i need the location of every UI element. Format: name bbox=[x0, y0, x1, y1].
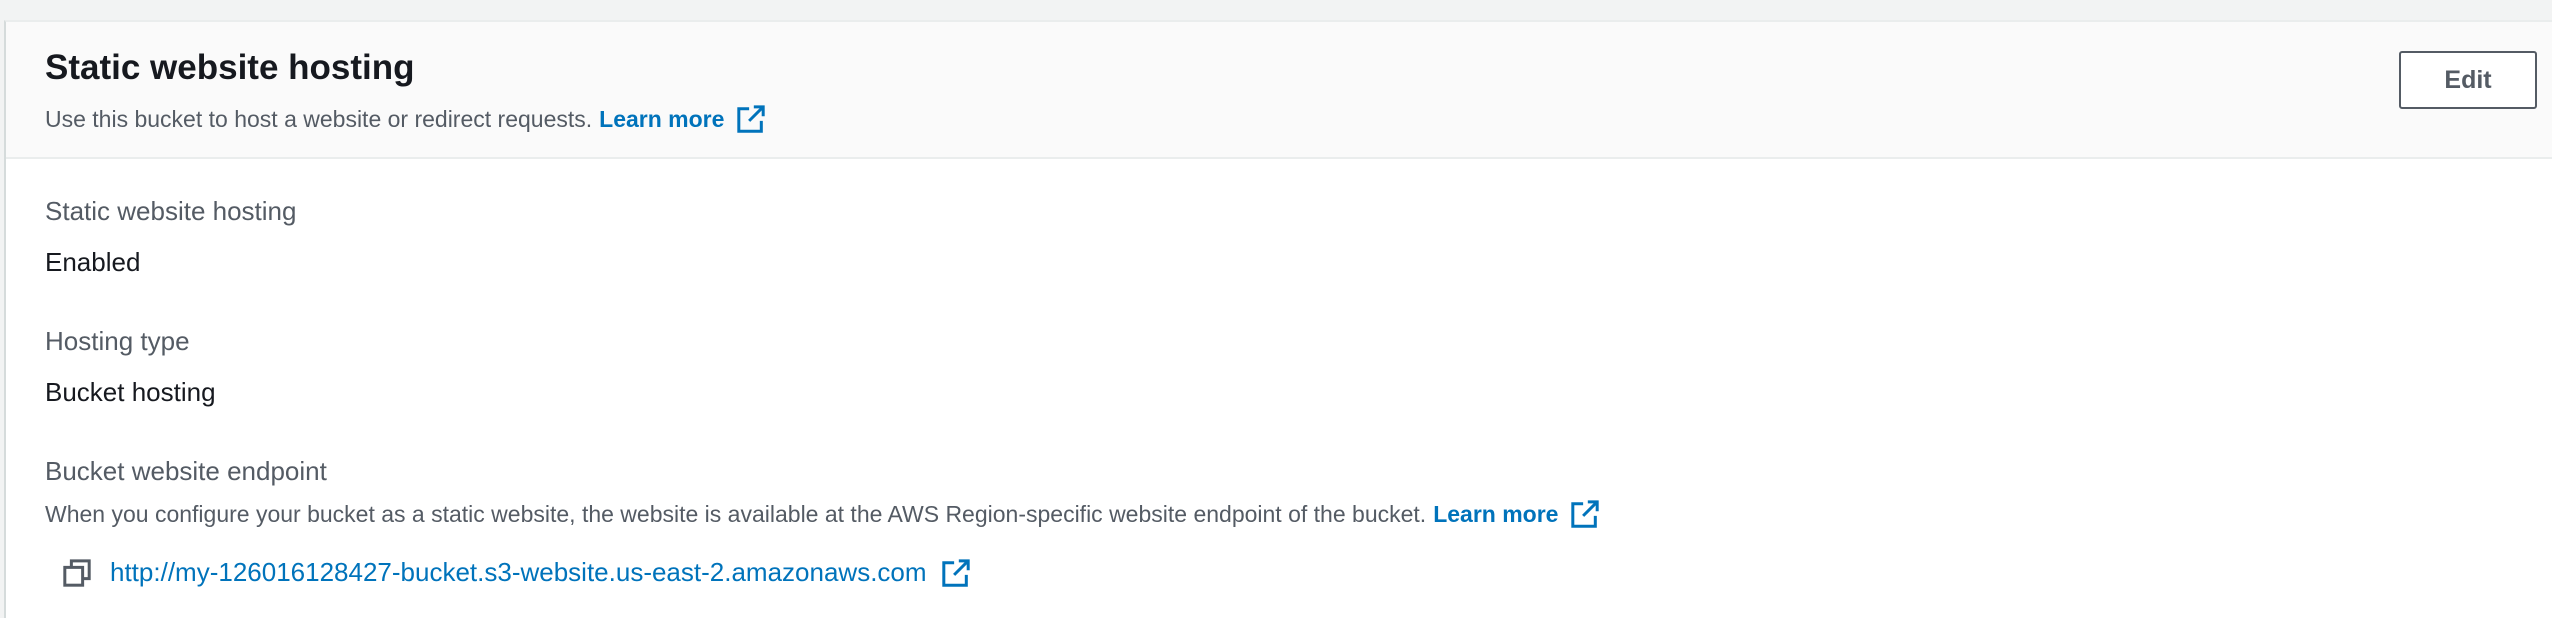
hosting-status-label: Static website hosting bbox=[45, 196, 297, 226]
endpoint-description: When you configure your bucket as a stat… bbox=[45, 499, 1600, 529]
endpoint-label: Bucket website endpoint bbox=[45, 456, 327, 486]
panel-description-text: Use this bucket to host a website or red… bbox=[45, 105, 593, 132]
static-website-hosting-panel: Static website hosting Use this bucket t… bbox=[4, 20, 2552, 618]
endpoint-learn-more-link[interactable]: Learn more bbox=[1433, 501, 1558, 528]
endpoint-url-link[interactable]: http://my-126016128427-bucket.s3-website… bbox=[110, 557, 927, 588]
learn-more-link[interactable]: Learn more bbox=[599, 106, 724, 133]
hosting-status-value: Enabled bbox=[45, 247, 141, 277]
hosting-type-label: Hosting type bbox=[45, 326, 190, 356]
page: Static website hosting Use this bucket t… bbox=[0, 0, 2552, 618]
external-link-icon[interactable] bbox=[1570, 499, 1600, 529]
external-link-icon[interactable] bbox=[736, 104, 766, 134]
hosting-type-value: Bucket hosting bbox=[45, 377, 216, 407]
copy-icon[interactable] bbox=[62, 558, 92, 588]
panel-description: Use this bucket to host a website or red… bbox=[45, 104, 766, 134]
edit-button[interactable]: Edit bbox=[2399, 51, 2537, 109]
endpoint-description-text: When you configure your bucket as a stat… bbox=[45, 500, 1427, 527]
panel-header: Static website hosting Use this bucket t… bbox=[6, 22, 2552, 159]
panel-title: Static website hosting bbox=[45, 48, 415, 87]
external-link-icon[interactable] bbox=[941, 558, 971, 588]
endpoint-row: http://my-126016128427-bucket.s3-website… bbox=[62, 557, 971, 588]
